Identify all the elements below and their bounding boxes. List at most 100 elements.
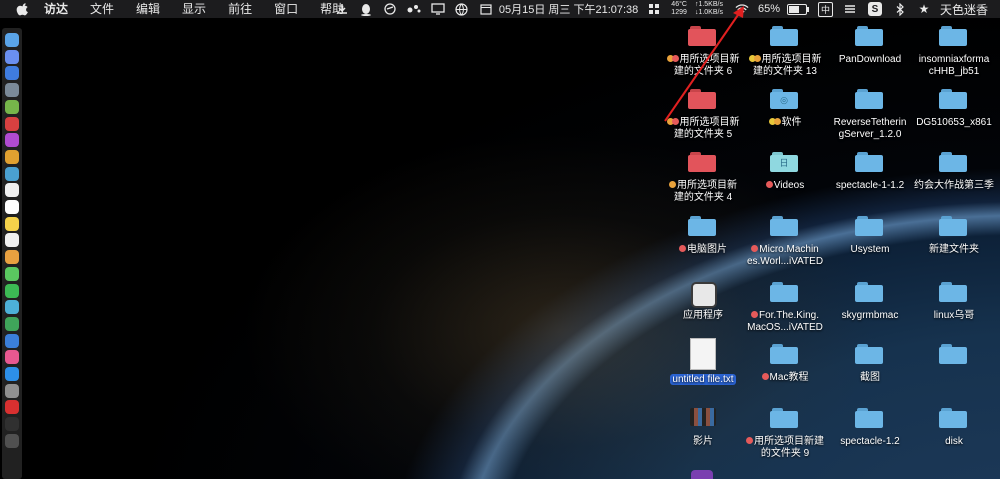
label-line: spectacle-1-1.2 <box>827 180 913 192</box>
dock-finder-icon[interactable] <box>5 33 19 47</box>
dock-keynote-icon[interactable] <box>5 333 19 348</box>
label-text: 的文件夹 9 <box>760 448 810 459</box>
menu-bar: 访达 文件 编辑 显示 前往 窗口 帮助 05月15日 周三 下午21:07:3… <box>0 0 1000 18</box>
dock-maps-icon[interactable] <box>5 300 19 315</box>
download-icon[interactable] <box>335 2 349 16</box>
clock[interactable]: 05月15日 周三 下午21:07:38 <box>474 1 642 17</box>
folder-icon[interactable] <box>939 152 967 172</box>
menu-app-finder[interactable]: 访达 <box>44 0 68 18</box>
dock-calendar-icon[interactable] <box>5 200 19 214</box>
folder-icon[interactable] <box>688 26 716 46</box>
red-tag-dot <box>761 372 769 380</box>
dock-app4-icon[interactable] <box>5 183 19 198</box>
folder-icon[interactable] <box>855 152 883 172</box>
label-text: spectacle-1-1.2 <box>835 180 905 191</box>
folder-icon[interactable] <box>855 344 883 364</box>
dock-itunes-icon[interactable] <box>5 350 19 365</box>
qq-penguin-icon[interactable] <box>359 2 373 16</box>
dock-android-icon[interactable] <box>5 99 19 114</box>
dock-netease-icon[interactable] <box>5 116 19 131</box>
dock-app1-icon[interactable] <box>5 133 19 148</box>
menu-view[interactable]: 显示 <box>182 0 206 18</box>
dock-vivaldi-icon[interactable] <box>5 400 19 415</box>
folder-icon[interactable] <box>855 408 883 428</box>
red-tag-dot <box>751 244 759 252</box>
label-line: PanDownload <box>827 54 913 66</box>
label-line: ReverseTetherin <box>827 117 913 129</box>
menu-window[interactable]: 窗口 <box>274 0 298 18</box>
folder-icon[interactable] <box>855 89 883 109</box>
battery-icon[interactable] <box>786 3 809 15</box>
folder-icon[interactable] <box>855 26 883 46</box>
dock-browser-icon[interactable] <box>5 83 19 98</box>
dock-messages-icon[interactable] <box>5 266 19 281</box>
dock-siri-icon[interactable] <box>5 49 19 64</box>
label-line: Mac教程 <box>742 372 828 384</box>
display-icon[interactable] <box>431 2 445 16</box>
dock-app2-icon[interactable] <box>5 149 19 164</box>
folder-icon[interactable] <box>939 216 967 236</box>
applications-folder-icon[interactable]: ◎ <box>770 89 798 109</box>
label-text: MacOS...iVATED <box>747 322 823 333</box>
label-text: es.Worl...iVATED <box>746 256 824 267</box>
folder-icon[interactable]: 日 <box>770 152 798 172</box>
movie-folder-icon[interactable] <box>690 408 716 426</box>
star-icon[interactable]: ★ <box>917 2 931 16</box>
label-line: 截图 <box>827 372 913 384</box>
folder-icon[interactable] <box>939 26 967 46</box>
folder-icon[interactable] <box>939 408 967 428</box>
folder-icon[interactable] <box>770 26 798 46</box>
label-text: 新建文件夹 <box>929 244 979 255</box>
grid-icon[interactable] <box>647 2 661 16</box>
folder-icon[interactable] <box>770 408 798 428</box>
dock-facetime-icon[interactable] <box>5 283 19 298</box>
menu-edit[interactable]: 编辑 <box>136 0 160 18</box>
label-line: MacOS...iVATED <box>742 322 828 334</box>
folder-icon[interactable] <box>939 282 967 302</box>
dots-icon[interactable] <box>407 2 421 16</box>
wifi-icon[interactable] <box>735 2 749 16</box>
folder-icon[interactable] <box>939 89 967 109</box>
folder-icon[interactable] <box>688 89 716 109</box>
app-icon[interactable] <box>691 470 713 479</box>
dock-appstore-icon[interactable] <box>5 367 19 381</box>
folder-icon[interactable] <box>855 282 883 302</box>
folder-icon[interactable] <box>770 344 798 364</box>
label-text: 用所选项目新 <box>679 117 740 128</box>
folder-icon[interactable] <box>688 152 716 172</box>
label-line: untitled file.txt <box>660 374 746 386</box>
folder-icon[interactable] <box>688 216 716 236</box>
desktop-item-label: 用所选项目新建 的文件夹 9 <box>742 436 828 460</box>
label-text: 建的文件夹 5 <box>673 129 733 140</box>
dock-app3-icon[interactable] <box>5 166 19 181</box>
folder-icon[interactable] <box>855 216 883 236</box>
globe-icon[interactable] <box>455 2 469 16</box>
menu-lines-icon[interactable] <box>843 2 857 16</box>
dock-photos-icon[interactable] <box>5 250 19 265</box>
folder-icon[interactable] <box>770 282 798 302</box>
apple-icon[interactable] <box>16 2 30 16</box>
dock-preferences-icon[interactable] <box>5 383 19 398</box>
dock-screen-icon[interactable] <box>5 433 19 448</box>
dock-terminal-icon[interactable] <box>5 417 19 432</box>
clean-icon[interactable] <box>383 2 397 16</box>
label-line: 软件 <box>742 117 828 129</box>
user-name[interactable]: 天色迷香 <box>940 1 988 18</box>
folder-icon[interactable] <box>939 344 967 364</box>
text-file-icon[interactable] <box>690 338 716 370</box>
dock-reminders-icon[interactable] <box>5 233 19 248</box>
drive-icon[interactable] <box>691 282 717 308</box>
dock-numbers-icon[interactable] <box>5 316 19 331</box>
s-app-icon[interactable]: S <box>867 2 882 16</box>
system-monitor[interactable]: 46°C 1299 <box>668 1 690 17</box>
network-monitor[interactable]: ↑1.5KB/s ↓1.0KB/s <box>692 1 726 17</box>
menu-go[interactable]: 前往 <box>228 0 252 18</box>
menu-file[interactable]: 文件 <box>90 0 114 18</box>
dock-notes-icon[interactable] <box>5 216 19 231</box>
folder-icon[interactable] <box>770 216 798 236</box>
input-method-icon[interactable]: 中 <box>817 1 833 17</box>
label-line: Micro.Machin <box>742 244 828 256</box>
dock-safari-icon[interactable] <box>5 66 19 81</box>
bluetooth-icon[interactable] <box>893 2 907 16</box>
desktop-item-label: ReverseTetherin gServer_1.2.0 <box>827 117 913 141</box>
